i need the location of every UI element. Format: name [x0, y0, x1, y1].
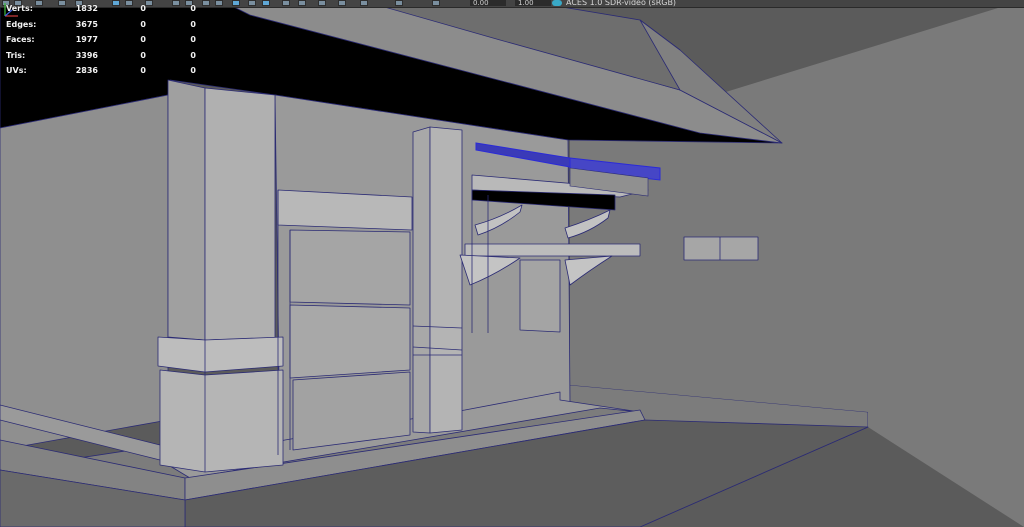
render-settings-icon[interactable]: [202, 0, 210, 6]
door-panel-upper: [289, 229, 411, 306]
viewport[interactable]: 0.00 1.00 ACES 1.0 SDR-video (sRGB) Vert…: [0, 0, 1024, 527]
view-transform-icon[interactable]: [552, 0, 562, 6]
mid-pillar-side: [429, 126, 463, 434]
hud-label: Tris:: [6, 50, 26, 60]
film-gate-icon[interactable]: [248, 0, 256, 6]
hud-selected: 0: [140, 66, 146, 75]
grid-toggle-icon[interactable]: [232, 0, 240, 6]
hud-uv: 0: [190, 4, 196, 13]
color-management-icon[interactable]: [432, 0, 440, 6]
hud-uv: 0: [190, 50, 196, 60]
hud-total: 3396: [75, 50, 98, 60]
axis-gizmo-icon: [4, 3, 18, 17]
lights-icon[interactable]: [318, 0, 326, 6]
hud-row-verts: Verts: 1832 0 0: [6, 4, 196, 20]
door-panel-mid: [289, 304, 411, 379]
door-lintel: [277, 189, 413, 231]
shaded-icon[interactable]: [282, 0, 290, 6]
hud-selected: 0: [140, 50, 146, 60]
hud-selected: 0: [140, 35, 146, 44]
hud-total: 3675: [75, 19, 98, 29]
hud-uv: 0: [190, 66, 196, 75]
hud-total: 1832: [75, 4, 98, 13]
window-frame: [519, 259, 561, 333]
left-wall: [0, 94, 169, 451]
left-pillar-base: [159, 369, 284, 473]
hud-row-tris: Tris: 3396 0 0: [6, 51, 196, 67]
gamma-field[interactable]: 1.00: [515, 0, 551, 6]
hud-label: UVs:: [6, 66, 27, 75]
xray-icon[interactable]: [360, 0, 368, 6]
hud-row-uvs: UVs: 2836 0 0: [6, 66, 196, 82]
exposure-field[interactable]: 0.00: [470, 0, 506, 6]
shadows-icon[interactable]: [338, 0, 346, 6]
hud-label: Edges:: [6, 19, 37, 29]
hud-row-faces: Faces: 1977 0 0: [6, 35, 196, 51]
hud-total: 2836: [75, 66, 98, 75]
hud-selected: 0: [140, 4, 146, 13]
shelf-rail: [464, 243, 641, 257]
isolate-icon[interactable]: [395, 0, 403, 6]
poly-count-hud: Verts: 1832 0 0 Edges: 3675 0 0 Faces: 1…: [6, 4, 196, 82]
color-space-label[interactable]: ACES 1.0 SDR-video (sRGB): [566, 0, 676, 7]
hud-selected: 0: [140, 19, 146, 29]
hud-total: 1977: [75, 35, 98, 44]
left-pillar-front: [167, 79, 206, 341]
camera-icon[interactable]: [215, 0, 223, 6]
wireframe-icon[interactable]: [262, 0, 270, 6]
mid-pillar-front: [412, 126, 431, 434]
hud-label: Faces:: [6, 35, 35, 44]
texture-icon[interactable]: [298, 0, 306, 6]
hud-uv: 0: [190, 35, 196, 44]
wall-sign: [683, 236, 759, 261]
hud-uv: 0: [190, 19, 196, 29]
left-pillar-base-top: [157, 336, 284, 373]
left-pillar-side: [204, 87, 276, 341]
hud-row-edges: Edges: 3675 0 0: [6, 20, 196, 36]
